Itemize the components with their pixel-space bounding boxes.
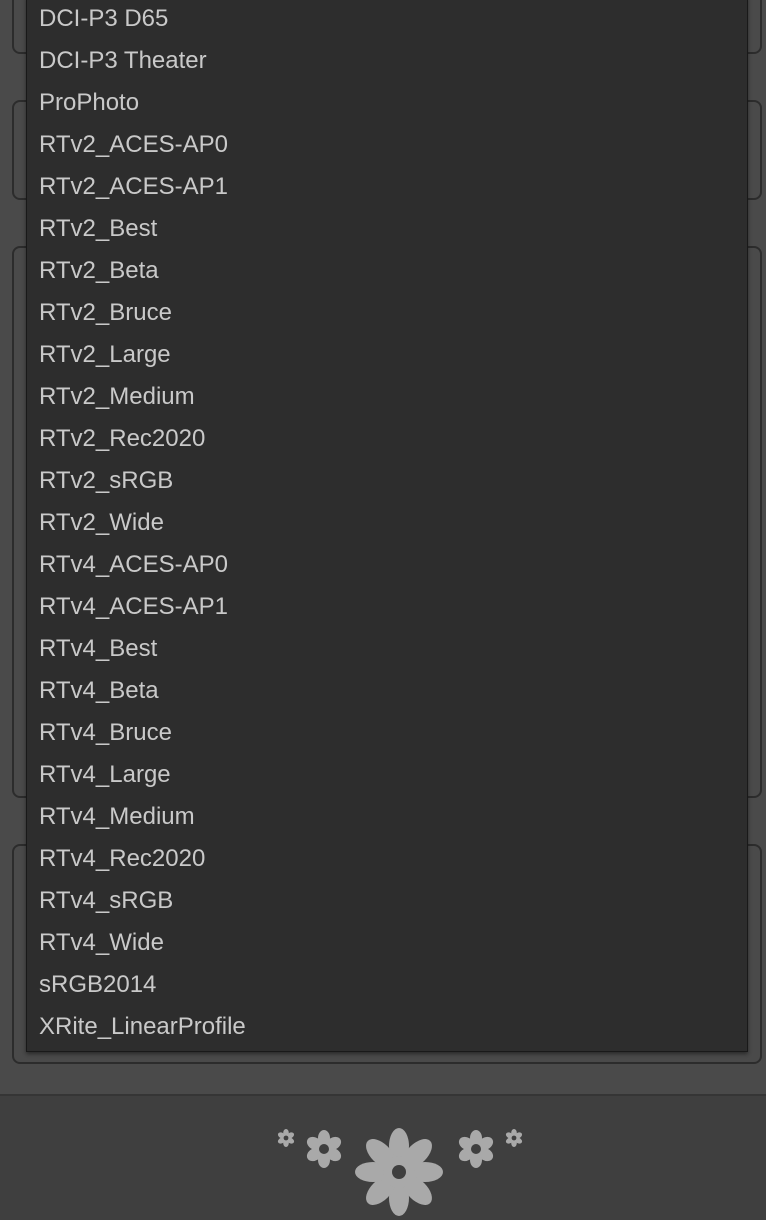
menu-item-rtv4-beta[interactable]: RTv4_Beta xyxy=(27,670,747,712)
floral-ornament-icon xyxy=(277,1128,523,1216)
menu-item-rtv2-aces-ap1[interactable]: RTv2_ACES-AP1 xyxy=(27,166,747,208)
menu-item-rtv2-bruce[interactable]: RTv2_Bruce xyxy=(27,292,747,334)
menu-item-dci-p3-theater[interactable]: DCI-P3 Theater xyxy=(27,40,747,82)
menu-item-rtv2-rec2020[interactable]: RTv2_Rec2020 xyxy=(27,418,747,460)
menu-item-rtv4-large[interactable]: RTv4_Large xyxy=(27,754,747,796)
menu-item-rtv4-srgb[interactable]: RTv4_sRGB xyxy=(27,880,747,922)
menu-item-rtv2-large[interactable]: RTv2_Large xyxy=(27,334,747,376)
menu-item-rtv4-bruce[interactable]: RTv4_Bruce xyxy=(27,712,747,754)
color-profile-dropdown-menu[interactable]: DCI-P3 D65 DCI-P3 Theater ProPhoto RTv2_ACE… xyxy=(26,0,748,1052)
menu-item-srgb2014[interactable]: sRGB2014 xyxy=(27,964,747,1006)
menu-item-rtv4-best[interactable]: RTv4_Best xyxy=(27,628,747,670)
menu-item-rtv4-aces-ap0[interactable]: RTv4_ACES-AP0 xyxy=(27,544,747,586)
menu-item-prophoto[interactable]: ProPhoto xyxy=(27,82,747,124)
menu-item-dci-p3-d65[interactable]: DCI-P3 D65 xyxy=(27,0,747,40)
menu-item-rtv4-medium[interactable]: RTv4_Medium xyxy=(27,796,747,838)
menu-item-rtv4-aces-ap1[interactable]: RTv4_ACES-AP1 xyxy=(27,586,747,628)
menu-item-xrite-linearprofile[interactable]: XRite_LinearProfile xyxy=(27,1006,747,1048)
color-profile-list: DCI-P3 D65 DCI-P3 Theater ProPhoto RTv2_ACE… xyxy=(27,0,747,1048)
menu-item-rtv2-best[interactable]: RTv2_Best xyxy=(27,208,747,250)
menu-item-rtv4-rec2020[interactable]: RTv4_Rec2020 xyxy=(27,838,747,880)
menu-item-rtv2-srgb[interactable]: RTv2_sRGB xyxy=(27,460,747,502)
menu-item-rtv2-beta[interactable]: RTv2_Beta xyxy=(27,250,747,292)
menu-item-rtv2-medium[interactable]: RTv2_Medium xyxy=(27,376,747,418)
menu-item-rtv4-wide[interactable]: RTv4_Wide xyxy=(27,922,747,964)
menu-item-rtv2-wide[interactable]: RTv2_Wide xyxy=(27,502,747,544)
menu-item-rtv2-aces-ap0[interactable]: RTv2_ACES-AP0 xyxy=(27,124,747,166)
